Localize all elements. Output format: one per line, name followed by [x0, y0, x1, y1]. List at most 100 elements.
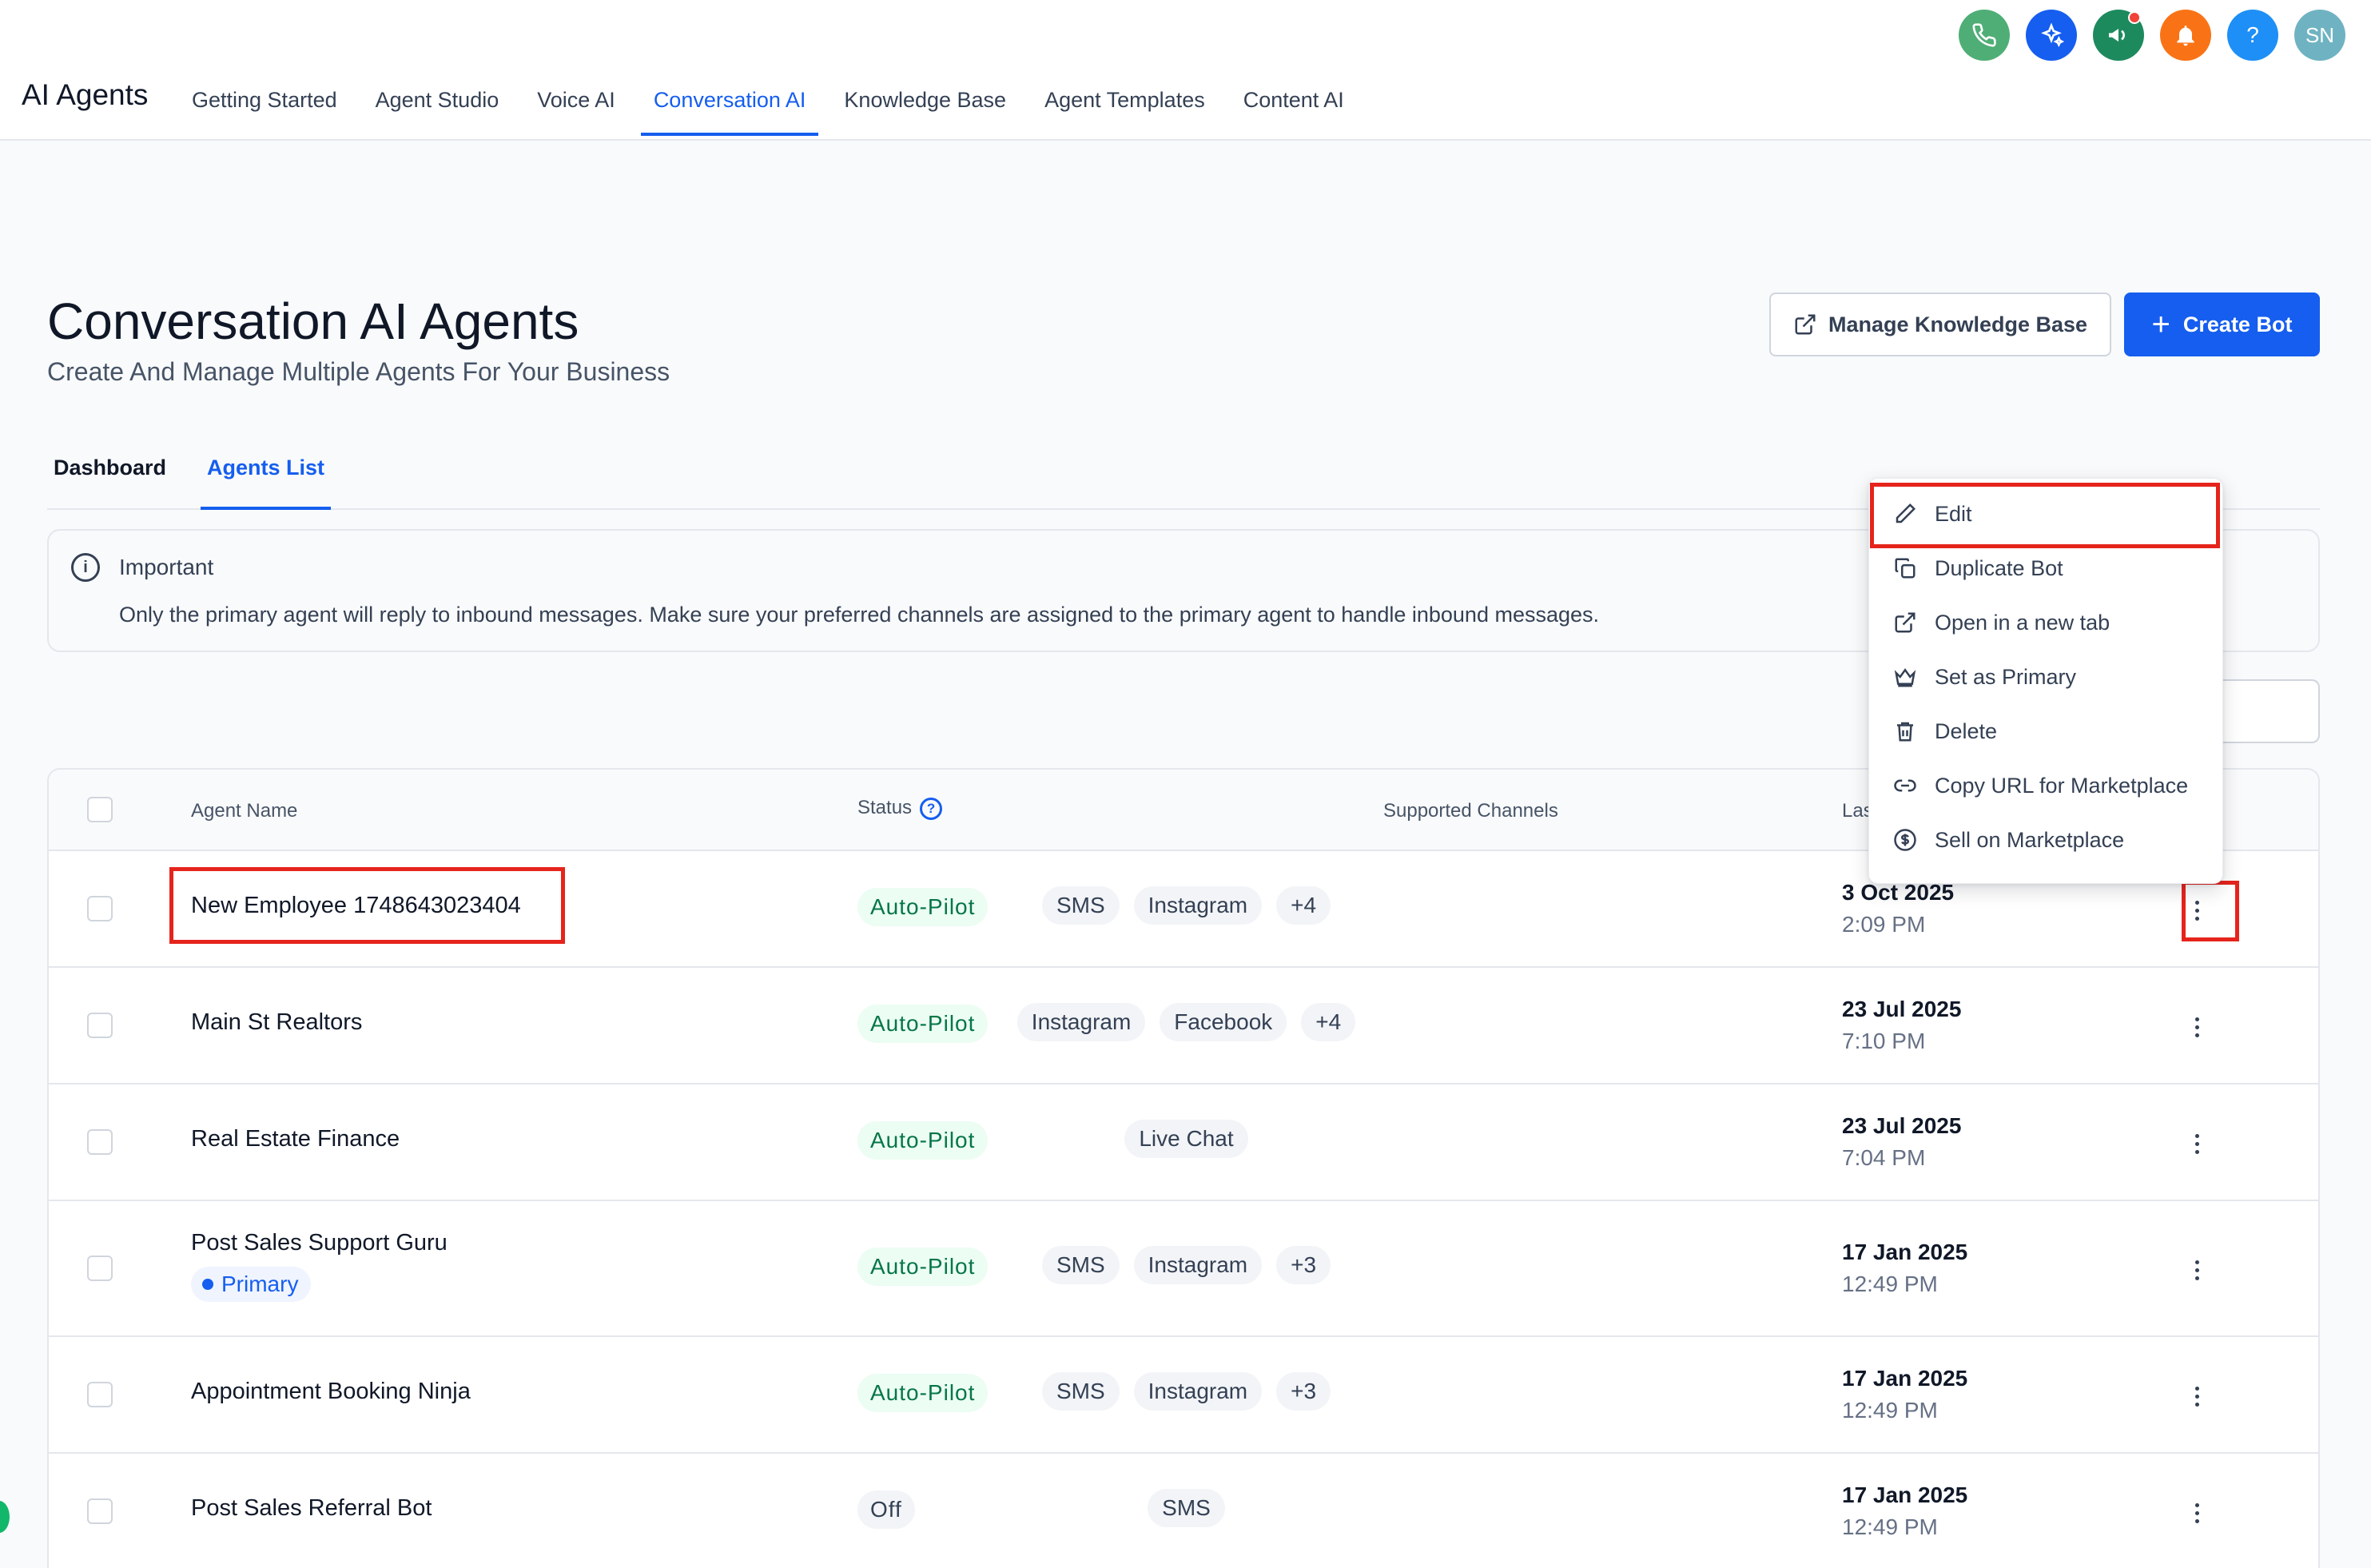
tab-dashboard[interactable]: Dashboard — [54, 456, 166, 480]
table-row[interactable]: Real Estate Finance Auto-Pilot Live Chat… — [49, 1084, 2318, 1201]
nav-getting-started[interactable]: Getting Started — [192, 0, 337, 141]
channel-list: SMS Instagram +4 — [672, 886, 1701, 925]
menu-item-sell-marketplace[interactable]: Sell on Marketplace — [1869, 813, 2222, 867]
nav-agent-templates[interactable]: Agent Templates — [1044, 0, 1205, 141]
channel-chip: SMS — [1148, 1489, 1225, 1527]
channel-list: Live Chat — [672, 1120, 1701, 1158]
nav-conversation-ai[interactable]: Conversation AI — [640, 0, 818, 141]
chat-widget-icon[interactable] — [0, 1501, 10, 1533]
nav-knowledge-base[interactable]: Knowledge Base — [844, 0, 1006, 141]
nav-voice-ai[interactable]: Voice AI — [537, 0, 615, 141]
menu-item-copy-url[interactable]: Copy URL for Marketplace — [1869, 758, 2222, 813]
menu-item-label: Duplicate Bot — [1935, 555, 2063, 580]
create-bot-button[interactable]: + Create Bot — [2124, 293, 2320, 356]
last-updated-date: 23 Jul 2025 — [1842, 997, 1962, 1021]
page-subtitle: Create And Manage Multiple Agents For Yo… — [47, 357, 670, 386]
row-actions-menu-icon[interactable] — [2181, 1011, 2213, 1043]
row-actions-menu-icon[interactable] — [2181, 1380, 2213, 1412]
bell-icon[interactable] — [2160, 10, 2211, 61]
channel-list: SMS — [672, 1489, 1701, 1527]
channel-more-chip[interactable]: +3 — [1276, 1246, 1331, 1284]
last-updated-time: 7:04 PM — [1842, 1145, 1926, 1170]
select-all-checkbox[interactable] — [87, 797, 113, 822]
create-bot-label: Create Bot — [2182, 312, 2293, 336]
column-status-label: Status — [857, 797, 913, 818]
status-help-icon[interactable]: ? — [920, 797, 943, 820]
notification-dot — [2128, 11, 2141, 24]
menu-item-label: Delete — [1935, 718, 1998, 743]
page-title: Conversation AI Agents — [47, 293, 579, 350]
table-row[interactable]: Appointment Booking Ninja Auto-Pilot SMS… — [49, 1337, 2318, 1454]
help-icon[interactable]: ? — [2227, 10, 2278, 61]
megaphone-icon[interactable] — [2093, 10, 2144, 61]
column-agent-name: Agent Name — [191, 800, 298, 822]
row-actions-menu-icon[interactable] — [2181, 1128, 2213, 1160]
row-checkbox[interactable] — [87, 896, 113, 921]
table-row[interactable]: Post Sales Support Guru Primary Auto-Pil… — [49, 1201, 2318, 1337]
phone-icon[interactable] — [1959, 10, 2010, 61]
plus-icon: + — [2151, 307, 2170, 342]
agent-name[interactable]: Post Sales Referral Bot — [191, 1495, 432, 1522]
menu-item-label: Set as Primary — [1935, 664, 2077, 689]
menu-item-delete[interactable]: Delete — [1869, 704, 2222, 758]
manage-knowledge-base-button[interactable]: Manage Knowledge Base — [1769, 293, 2111, 356]
menu-item-set-primary[interactable]: Set as Primary — [1869, 650, 2222, 704]
highlight-agent-name — [169, 867, 565, 944]
row-actions-menu-icon[interactable] — [2181, 1497, 2213, 1529]
last-updated-time: 12:49 PM — [1842, 1514, 1938, 1539]
menu-item-label: Copy URL for Marketplace — [1935, 773, 2189, 798]
column-status: Status? — [857, 797, 943, 820]
notice-text: Only the primary agent will reply to inb… — [119, 603, 1600, 627]
main-nav: Getting Started Agent Studio Voice AI Co… — [192, 0, 1382, 141]
sparkle-icon[interactable] — [2026, 10, 2077, 61]
channel-chip: Instagram — [1133, 1372, 1263, 1411]
nav-content-ai[interactable]: Content AI — [1243, 0, 1344, 141]
row-checkbox[interactable] — [87, 1013, 113, 1038]
agent-name[interactable]: Post Sales Support Guru — [191, 1230, 448, 1256]
row-checkbox[interactable] — [87, 1129, 113, 1155]
manage-knowledge-base-label: Manage Knowledge Base — [1828, 312, 2088, 336]
last-updated-date: 17 Jan 2025 — [1842, 1366, 1968, 1391]
highlight-actions-button — [2182, 881, 2239, 941]
channel-list: SMS Instagram +3 — [672, 1372, 1701, 1411]
row-checkbox[interactable] — [87, 1382, 113, 1407]
app-title: AI Agents — [22, 78, 149, 111]
column-supported-channels: Supported Channels — [1383, 800, 1558, 822]
nav-agent-studio[interactable]: Agent Studio — [376, 0, 499, 141]
info-icon: i — [71, 553, 100, 582]
channel-more-chip[interactable]: +4 — [1301, 1003, 1356, 1041]
top-bar: AI Agents Getting Started Agent Studio V… — [0, 0, 2371, 141]
channel-more-chip[interactable]: +3 — [1276, 1372, 1331, 1411]
channel-list: Instagram Facebook +4 — [672, 1003, 1701, 1041]
copy-icon — [1895, 558, 1915, 579]
row-checkbox[interactable] — [87, 1498, 113, 1524]
agent-name[interactable]: Main St Realtors — [191, 1009, 362, 1036]
menu-item-duplicate-bot[interactable]: Duplicate Bot — [1869, 541, 2222, 595]
primary-badge-label: Primary — [221, 1272, 299, 1296]
agent-name[interactable]: Real Estate Finance — [191, 1126, 400, 1152]
channel-more-chip[interactable]: +4 — [1276, 886, 1331, 925]
avatar[interactable]: SN — [2294, 10, 2345, 61]
last-updated-date: 23 Jul 2025 — [1842, 1113, 1962, 1138]
primary-badge: Primary — [191, 1267, 312, 1302]
trash-icon — [1897, 722, 1913, 742]
top-icons: ? SN — [1959, 10, 2345, 61]
channel-chip: Instagram — [1016, 1003, 1146, 1041]
table-row[interactable]: Main St Realtors Auto-Pilot Instagram Fa… — [49, 968, 2318, 1084]
external-link-icon — [1895, 612, 1915, 633]
channel-list: SMS Instagram +3 — [672, 1246, 1701, 1284]
agent-name[interactable]: Appointment Booking Ninja — [191, 1379, 471, 1405]
menu-item-label: Open in a new tab — [1935, 610, 2110, 635]
row-actions-menu-icon[interactable] — [2181, 1254, 2213, 1286]
highlight-edit-item — [1870, 483, 2220, 548]
channel-chip: SMS — [1041, 886, 1120, 925]
tab-agents-list[interactable]: Agents List — [200, 456, 332, 510]
last-updated-time: 12:49 PM — [1842, 1272, 1938, 1296]
channel-chip: SMS — [1041, 1246, 1120, 1284]
menu-item-open-new-tab[interactable]: Open in a new tab — [1869, 595, 2222, 650]
table-row[interactable]: Post Sales Referral Bot Off SMS 17 Jan 2… — [49, 1454, 2318, 1568]
channel-chip: Facebook — [1160, 1003, 1287, 1041]
row-checkbox[interactable] — [87, 1256, 113, 1281]
crown-icon — [1894, 668, 1916, 687]
channel-chip: Instagram — [1133, 886, 1263, 925]
